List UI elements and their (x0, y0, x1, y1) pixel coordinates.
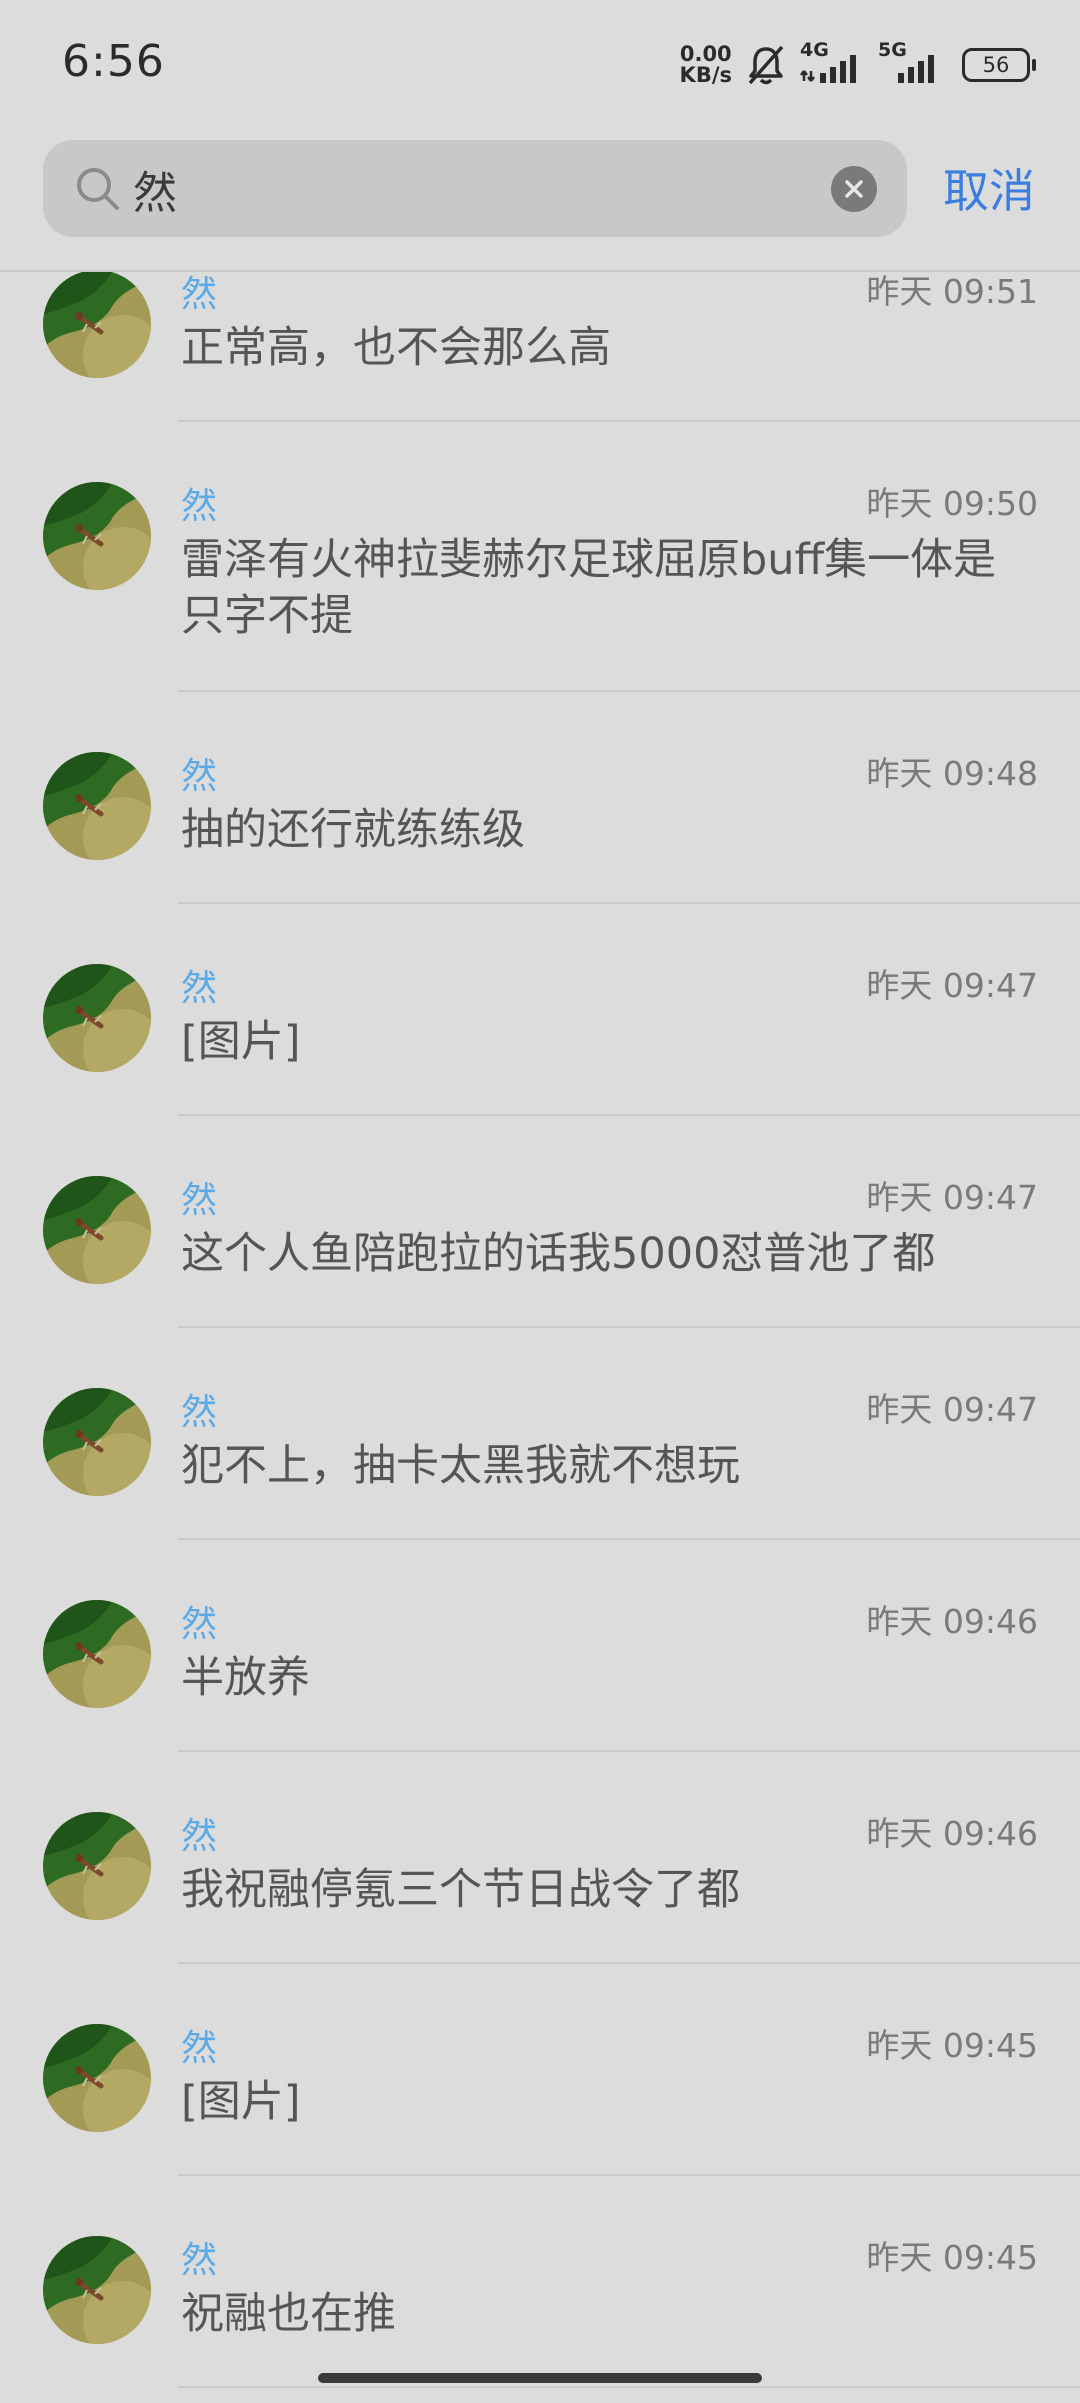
avatar[interactable] (43, 482, 151, 590)
result-item[interactable]: 然 昨天 09:45 [图片] (0, 1964, 1080, 2176)
result-item[interactable]: 然 昨天 09:47 这个人鱼陪跑拉的话我5000怼普池了都 (0, 1116, 1080, 1328)
avatar[interactable] (43, 752, 151, 860)
search-header: 取消 (0, 130, 1080, 272)
network-speed-unit: KB/s (679, 63, 732, 87)
result-time: 昨天 09:47 (866, 1178, 1038, 1217)
result-time: 昨天 09:46 (866, 1602, 1038, 1641)
network-speed-value: 0.00 (679, 42, 732, 66)
result-sender: 然 (181, 756, 218, 797)
signal-5g-label: 5G (878, 39, 907, 61)
result-item[interactable]: 然 昨天 09:51 正常高，也不会那么高 (0, 272, 1080, 422)
results-list[interactable]: 然昨天 09:51 正常高，也不会那么高然昨天 09:50 雷泽有火神拉斐赫尔足球屈… (0, 272, 1080, 2403)
result-time: 昨天 09:50 (866, 484, 1038, 523)
result-message: 半放养 (181, 1653, 310, 1703)
result-message: 雷泽有火神拉斐赫尔足球屈原buff集一体是只字不提 (181, 535, 997, 641)
result-sender: 然 (181, 2028, 218, 2069)
result-message: 祝融也在推 (181, 2289, 396, 2339)
result-message: 犯不上，抽卡太黑我就不想玩 (181, 1441, 740, 1491)
result-sender: 然 (181, 1392, 218, 1433)
status-time: 6:56 (62, 36, 165, 87)
cancel-button[interactable]: 取消 (943, 155, 1035, 221)
result-message: 我祝融停氪三个节日战令了都 (181, 1865, 740, 1915)
search-icon (77, 168, 119, 210)
result-message: 这个人鱼陪跑拉的话我5000怼普池了都 (181, 1229, 936, 1279)
result-item[interactable]: 然 昨天 09:50 雷泽有火神拉斐赫尔足球屈原buff集一体是只字不提 (0, 422, 1080, 692)
result-sender: 然 (181, 968, 218, 1009)
result-time: 昨天 09:47 (866, 966, 1038, 1005)
home-indicator[interactable] (318, 2373, 762, 2383)
result-time: 昨天 09:51 (866, 272, 1038, 311)
result-sender: 然 (181, 1816, 218, 1857)
result-time: 昨天 09:48 (866, 754, 1038, 793)
search-box[interactable] (43, 140, 907, 237)
result-time: 昨天 09:45 (866, 2238, 1038, 2277)
result-sender: 然 (181, 1180, 218, 1221)
result-item[interactable]: 然 昨天 09:46 半放养 (0, 1540, 1080, 1752)
clear-button[interactable] (831, 166, 877, 212)
results-inner: 然昨天 09:51 正常高，也不会那么高然昨天 09:50 雷泽有火神拉斐赫尔足球屈… (0, 272, 1080, 2388)
result-item[interactable]: 然 昨天 09:47 犯不上，抽卡太黑我就不想玩 (0, 1328, 1080, 1540)
network-speed: 0.00 KB/s (680, 44, 732, 86)
result-sender: 然 (181, 486, 218, 527)
result-sender: 然 (181, 2240, 218, 2281)
bell-muted-icon (748, 45, 784, 85)
result-time: 昨天 09:47 (866, 1390, 1038, 1429)
battery-icon: 56 (962, 48, 1036, 82)
battery-level: 56 (982, 53, 1010, 77)
result-message: [图片] (181, 1017, 301, 1067)
status-bar: 6:56 0.00 KB/s 4G 5G 56 (0, 0, 1080, 130)
result-item[interactable]: 然 昨天 09:47 [图片] (0, 904, 1080, 1116)
avatar[interactable] (43, 272, 151, 378)
result-message: [图片] (181, 2077, 301, 2127)
divider (178, 2386, 1080, 2388)
result-item[interactable]: 然 昨天 09:46 我祝融停氪三个节日战令了都 (0, 1752, 1080, 1964)
signal-4g-label: 4G (800, 39, 829, 61)
avatar[interactable] (43, 1388, 151, 1496)
result-sender: 然 (181, 1604, 218, 1645)
signal-4g: 4G (800, 39, 866, 85)
result-item[interactable]: 然 昨天 09:45 祝融也在推 (0, 2176, 1080, 2388)
avatar[interactable] (43, 1812, 151, 1920)
avatar[interactable] (43, 2024, 151, 2132)
result-time: 昨天 09:45 (866, 2026, 1038, 2065)
result-item[interactable]: 然 昨天 09:48 抽的还行就练练级 (0, 692, 1080, 904)
result-time: 昨天 09:46 (866, 1814, 1038, 1853)
close-icon (845, 180, 863, 198)
result-message: 抽的还行就练练级 (181, 805, 525, 855)
avatar[interactable] (43, 1600, 151, 1708)
avatar[interactable] (43, 964, 151, 1072)
result-sender: 然 (181, 274, 218, 315)
signal-5g: 5G (878, 39, 944, 85)
status-icons: 0.00 KB/s 4G 5G 56 (680, 39, 1036, 90)
avatar[interactable] (43, 2236, 151, 2344)
search-input[interactable] (133, 150, 833, 227)
result-message: 正常高，也不会那么高 (181, 323, 611, 373)
avatar[interactable] (43, 1176, 151, 1284)
